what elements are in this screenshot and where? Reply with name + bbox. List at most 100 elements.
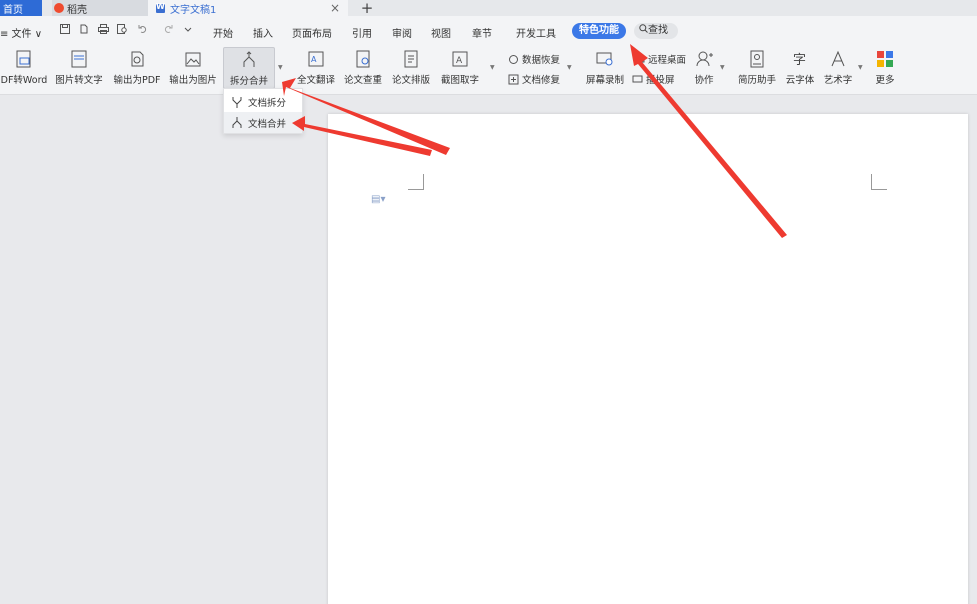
remote-desktop-button[interactable]: 远程桌面 bbox=[634, 52, 686, 66]
margin-corner-top-left bbox=[408, 174, 424, 190]
more-tools-dropdown-icon[interactable]: ▼ bbox=[490, 64, 495, 71]
svg-text:A: A bbox=[311, 55, 317, 64]
screen-record-icon bbox=[596, 52, 613, 66]
menu-page-layout[interactable]: 页面布局 bbox=[292, 25, 332, 40]
paper-layout-button[interactable]: 论文排版 bbox=[390, 49, 432, 86]
menu-developer[interactable]: 开发工具 bbox=[516, 25, 556, 40]
cloud-font-label: 云字体 bbox=[785, 75, 815, 86]
split-merge-dropdown-icon[interactable]: ▼ bbox=[278, 64, 283, 71]
undo-icon[interactable] bbox=[138, 24, 148, 37]
print-icon[interactable] bbox=[98, 24, 109, 37]
paper-layout-label: 论文排版 bbox=[391, 75, 430, 86]
paper-check-label: 论文查重 bbox=[343, 75, 382, 86]
resume-helper-label: 简历助手 bbox=[737, 75, 776, 86]
screen-record-button[interactable]: 屏幕录制 bbox=[584, 49, 626, 86]
tab-document[interactable]: 文字文稿1 × bbox=[148, 0, 348, 16]
svg-text:字: 字 bbox=[793, 53, 806, 68]
more-apps-icon bbox=[877, 51, 893, 67]
split-merge-icon bbox=[243, 51, 255, 67]
search-icon bbox=[639, 24, 648, 33]
screenshot-ocr-button[interactable]: A 截图取字 bbox=[437, 49, 483, 86]
cast-screen-button[interactable]: 播投屏 bbox=[632, 72, 675, 86]
export-pdf-label: 输出为PDF bbox=[113, 75, 161, 86]
word-doc-icon bbox=[156, 2, 165, 13]
more-label: 更多 bbox=[875, 75, 895, 86]
ribbon-toolbar: DF转Word 图片转文字 输出为PDF 输出为图片 拆分合并 ▼ A 全文翻译… bbox=[0, 45, 977, 95]
tab-home-label: 首页 bbox=[3, 4, 23, 16]
remote-desktop-icon bbox=[634, 55, 645, 62]
doc-repair-label: 文档修复 bbox=[522, 75, 561, 86]
data-recovery-button[interactable]: 数据恢复 bbox=[508, 52, 560, 66]
menu-insert[interactable]: 插入 bbox=[253, 25, 273, 40]
merge-document-item[interactable]: 文档合并 bbox=[224, 112, 302, 133]
menu-review[interactable]: 审阅 bbox=[392, 25, 412, 40]
tab-daoke[interactable]: 稻壳 bbox=[52, 0, 148, 16]
export-icon[interactable] bbox=[79, 24, 89, 37]
menu-bar: ≡ 文件 ∨ 开始 插入 页面布局 引用 审阅 视图 章节 开发工具 特色功能 … bbox=[0, 16, 977, 45]
close-tab-icon[interactable]: × bbox=[330, 0, 340, 16]
screenshot-ocr-icon: A bbox=[452, 51, 468, 67]
full-translate-button[interactable]: A 全文翻译 bbox=[295, 49, 337, 86]
file-menu[interactable]: ≡ 文件 ∨ bbox=[0, 25, 42, 40]
cloud-font-icon: 字 bbox=[793, 53, 806, 68]
resume-icon bbox=[750, 50, 764, 68]
paper-check-button[interactable]: 论文查重 bbox=[342, 49, 384, 86]
art-text-button[interactable]: 艺术字 bbox=[822, 49, 854, 86]
tab-document-label: 文字文稿1 bbox=[170, 4, 217, 16]
menu-start[interactable]: 开始 bbox=[213, 25, 233, 40]
collab-button[interactable]: 协作 bbox=[690, 49, 718, 86]
export-image-label: 输出为图片 bbox=[169, 75, 217, 86]
more-button[interactable]: 更多 bbox=[872, 49, 898, 86]
doc-repair-button[interactable]: 文档修复 bbox=[508, 72, 560, 86]
data-recovery-label: 数据恢复 bbox=[522, 55, 561, 66]
recovery-dropdown-icon[interactable]: ▼ bbox=[567, 64, 572, 71]
split-merge-button[interactable]: 拆分合并 bbox=[223, 47, 275, 89]
screen-record-label: 屏幕录制 bbox=[585, 75, 624, 86]
search-button[interactable]: 查找 bbox=[634, 23, 678, 39]
image-to-text-button[interactable]: 图片转文字 bbox=[54, 49, 104, 86]
split-merge-menu: 文档拆分 文档合并 bbox=[223, 88, 303, 134]
tab-daoke-label: 稻壳 bbox=[67, 4, 87, 16]
pdf-to-word-button[interactable]: DF转Word bbox=[0, 49, 48, 86]
paragraph-options-icon[interactable]: ▤▾ bbox=[371, 194, 385, 205]
export-image-icon bbox=[185, 52, 201, 67]
margin-corner-top-right bbox=[871, 174, 887, 190]
export-pdf-icon bbox=[131, 51, 144, 67]
print-preview-icon[interactable] bbox=[117, 24, 128, 37]
doc-repair-icon bbox=[508, 74, 519, 84]
screenshot-ocr-label: 截图取字 bbox=[440, 75, 479, 86]
data-recovery-icon bbox=[509, 54, 518, 64]
art-text-icon bbox=[831, 50, 845, 67]
collab-dropdown-icon[interactable]: ▼ bbox=[720, 64, 725, 71]
tab-bar: 首页 稻壳 文字文稿1 × + bbox=[0, 0, 977, 17]
new-tab-button[interactable]: + bbox=[358, 0, 376, 17]
paper-check-icon bbox=[356, 50, 370, 68]
customize-qat-icon[interactable] bbox=[184, 24, 192, 37]
tab-home[interactable]: 首页 bbox=[0, 0, 42, 16]
art-text-dropdown-icon[interactable]: ▼ bbox=[858, 64, 863, 71]
paper-layout-icon bbox=[404, 50, 418, 68]
save-icon[interactable] bbox=[60, 24, 70, 37]
search-label: 查找 bbox=[648, 25, 668, 36]
export-image-button[interactable]: 输出为图片 bbox=[168, 49, 218, 86]
pdf-to-word-icon bbox=[16, 50, 31, 68]
pdf-to-word-label: DF转Word bbox=[0, 75, 48, 86]
collab-icon bbox=[696, 51, 713, 67]
export-pdf-button[interactable]: 输出为PDF bbox=[112, 49, 162, 86]
document-page[interactable]: ▤▾ bbox=[328, 114, 968, 604]
split-document-item[interactable]: 文档拆分 bbox=[224, 91, 302, 112]
redo-icon[interactable] bbox=[163, 24, 173, 37]
resume-helper-button[interactable]: 简历助手 bbox=[736, 49, 778, 86]
menu-references[interactable]: 引用 bbox=[352, 25, 372, 40]
split-document-label: 文档拆分 bbox=[248, 97, 287, 109]
art-text-label: 艺术字 bbox=[823, 75, 853, 86]
merge-icon bbox=[232, 116, 242, 128]
menu-chapter[interactable]: 章节 bbox=[472, 25, 492, 40]
menu-view[interactable]: 视图 bbox=[431, 25, 451, 40]
cloud-font-button[interactable]: 字 云字体 bbox=[784, 49, 816, 86]
full-translate-label: 全文翻译 bbox=[296, 75, 335, 86]
menu-special-features[interactable]: 特色功能 bbox=[572, 23, 626, 39]
split-icon bbox=[232, 96, 242, 108]
image-to-text-icon bbox=[71, 50, 87, 68]
daoke-logo-icon bbox=[54, 3, 64, 13]
